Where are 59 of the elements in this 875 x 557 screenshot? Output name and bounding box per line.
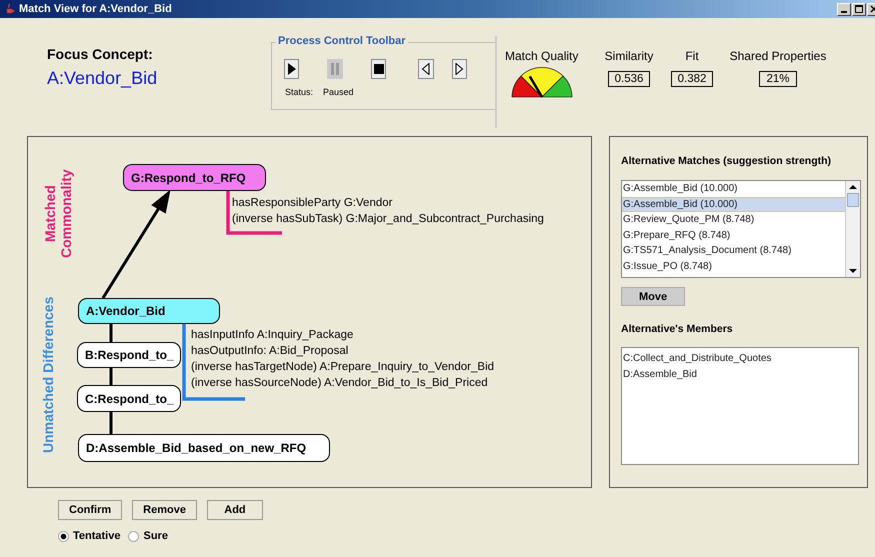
next-button[interactable]	[452, 59, 468, 79]
scroll-thumb[interactable]	[847, 193, 859, 207]
concept-node[interactable]: B:Respond_to_	[77, 342, 181, 368]
list-item[interactable]: G:Assemble_Bid (10.000)	[622, 181, 845, 196]
property-text: (inverse hasTargetNode) A:Prepare_Inquiry_to_Vendor_Bid	[191, 360, 494, 375]
stop-icon	[374, 63, 384, 75]
metric-value: 0.536	[608, 71, 650, 87]
cup-icon	[5, 3, 15, 15]
status-label: Status:	[285, 87, 314, 97]
metric-label: Similarity	[604, 49, 654, 63]
property-text: hasInputInfo A:Inquiry_Package	[191, 328, 354, 343]
radio-option[interactable]: Sure	[128, 530, 168, 542]
action-button[interactable]: Confirm	[58, 500, 122, 520]
window-title: Match View for A:Vendor_Bid	[19, 3, 172, 15]
status-value: Paused	[323, 87, 354, 97]
list-item[interactable]: G:Review_Quote_PM (8.748)	[622, 212, 845, 228]
scrollbar[interactable]	[845, 181, 860, 277]
concept-node[interactable]: A:Vendor_Bid	[78, 298, 220, 324]
toolbar-title: Process Control Toolbar	[276, 35, 408, 47]
members-heading: Alternative's Members	[621, 323, 734, 335]
metric-value: 0.382	[670, 71, 714, 87]
metric-value: 21%	[759, 71, 797, 87]
property-text: hasResponsibleParty G:Vendor	[232, 196, 394, 211]
list-item[interactable]: G:Prepare_RFQ (8.748)	[622, 228, 845, 243]
prev-button[interactable]	[418, 59, 434, 79]
concept-node[interactable]: C:Respond_to_	[77, 385, 181, 412]
property-text: hasOutputInfo: A:Bid_Proposal	[191, 344, 350, 359]
maximize-button[interactable]	[852, 2, 866, 16]
list-item[interactable]: G:TS571_Analysis_Document (8.748)	[622, 243, 845, 258]
radio-button[interactable]	[58, 530, 69, 542]
play-button[interactable]	[284, 59, 300, 79]
alternatives-heading: Alternative Matches (suggestion strength)	[621, 155, 832, 167]
focus-concept-value: A:Vendor_Bid	[47, 68, 158, 89]
action-button[interactable]: Remove	[132, 500, 197, 520]
concept-node[interactable]: G:Respond_to_RFQ	[123, 164, 266, 191]
next-icon	[454, 63, 464, 75]
list-item[interactable]: G:Assemble_Bid (10.000)	[622, 196, 845, 212]
property-text: (inverse hasSourceNode) A:Vendor_Bid_to_Is_Bid_Priced	[191, 376, 489, 391]
list-item[interactable]: D:Assemble_Bid	[622, 366, 858, 382]
focus-concept-label: Focus Concept:	[47, 46, 154, 62]
stop-button[interactable]	[370, 59, 386, 79]
maximize-icon	[855, 5, 863, 13]
prev-icon	[420, 63, 431, 75]
radio-option[interactable]: Tentative	[58, 530, 120, 542]
list-item[interactable]: G:Issue_PO (8.748)	[622, 258, 845, 274]
list-item[interactable]: C:Collect_and_Distribute_Quotes	[622, 351, 858, 366]
metric-label: Fit	[685, 49, 699, 63]
play-icon	[286, 63, 297, 75]
match-quality-label: Match Quality	[505, 49, 580, 63]
metric-label: Shared Properties	[730, 49, 826, 63]
radio-button[interactable]	[128, 530, 140, 542]
property-text: (inverse hasSubTask) G:Major_and_Subcontract_Purchasing	[232, 212, 544, 227]
section-label: Matched Commonality	[42, 168, 75, 260]
section-label: Unmatched Differences	[40, 296, 57, 456]
pause-icon	[330, 63, 340, 75]
minimize-button[interactable]	[837, 2, 851, 16]
concept-node[interactable]: D:Assemble_Bid_based_on_new_RFQ	[78, 434, 330, 462]
move-button[interactable]: Move	[621, 287, 685, 306]
action-button[interactable]: Add	[206, 500, 263, 520]
